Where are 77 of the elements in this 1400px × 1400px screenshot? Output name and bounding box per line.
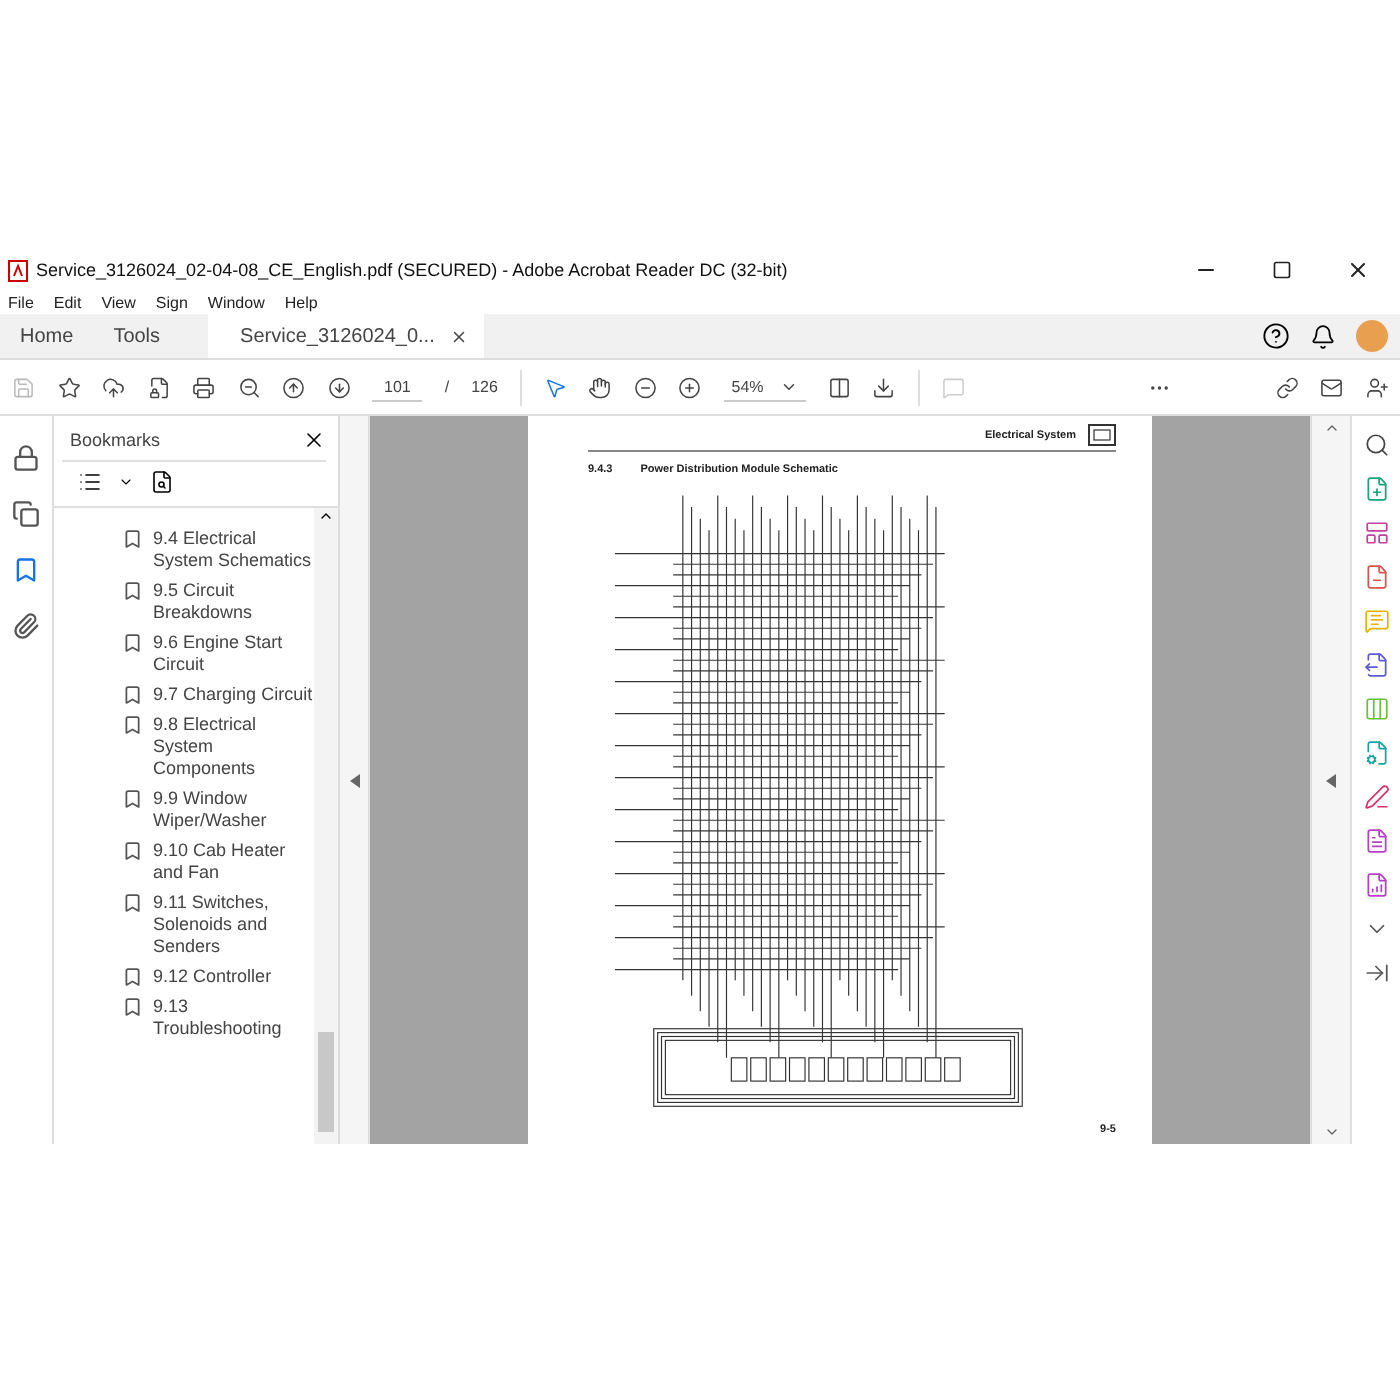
- minus-icon[interactable]: [633, 373, 657, 401]
- zoom-dropdown[interactable]: 54%: [723, 373, 806, 401]
- print-icon[interactable]: [192, 373, 215, 401]
- link-icon[interactable]: [1275, 373, 1299, 401]
- bookmark-item[interactable]: 9.11 Switches, Solenoids and Senders: [153, 892, 314, 958]
- file-lock-icon[interactable]: [147, 373, 170, 401]
- collapse-arrow-icon[interactable]: [349, 773, 359, 787]
- close-tab-icon[interactable]: [450, 327, 469, 345]
- bookmark-icon: [122, 996, 144, 1018]
- bookmark-icon: [122, 788, 144, 810]
- bookmark-search-icon[interactable]: [150, 470, 174, 494]
- bookmark-item[interactable]: 9.13 Troubleshooting: [153, 996, 314, 1040]
- menu-item[interactable]: Edit: [53, 293, 82, 311]
- bookmark-icon: [122, 632, 144, 654]
- tab[interactable]: Home: [0, 314, 94, 358]
- file-export-icon[interactable]: [1363, 652, 1389, 678]
- page-fit-icon[interactable]: [827, 373, 851, 401]
- file-minus-icon[interactable]: [1363, 564, 1389, 590]
- scrollbar-thumb[interactable]: [318, 1032, 334, 1132]
- bookmark-icon: [122, 840, 144, 862]
- bell-icon[interactable]: [1310, 323, 1336, 349]
- bookmark-item[interactable]: 9.9 Window Wiper/Washer: [153, 788, 314, 832]
- menu-item[interactable]: Window: [207, 293, 265, 311]
- tab[interactable]: Service_3126024_0...: [208, 314, 485, 358]
- bookmark-icon: [122, 714, 144, 736]
- star-icon[interactable]: [57, 373, 80, 401]
- bookmark-item[interactable]: 9.10 Cab Heater and Fan: [153, 840, 314, 884]
- bookmark-item[interactable]: 9.4 Electrical System Schematics: [153, 528, 314, 572]
- layout-icon[interactable]: [1363, 520, 1389, 546]
- bookmark-icon: [122, 528, 144, 550]
- lock-icon[interactable]: [12, 444, 40, 472]
- zoom-icon[interactable]: [1363, 432, 1389, 458]
- download-icon[interactable]: [872, 373, 896, 401]
- panel-title: Bookmarks: [70, 430, 161, 450]
- window-title: Service_3126024_02-04-08_CE_English.pdf (SECURED) - Adobe Acrobat Reader DC (32-bit): [36, 260, 790, 280]
- pdf-icon: [8, 259, 28, 281]
- plus-icon[interactable]: [678, 373, 702, 401]
- zoom-out-icon[interactable]: [237, 373, 260, 401]
- caret-icon[interactable]: [118, 474, 134, 490]
- menu-item[interactable]: File: [8, 293, 34, 311]
- bookmark-icon: [122, 966, 144, 988]
- tab[interactable]: Tools: [93, 314, 181, 358]
- page-separator: /: [444, 378, 450, 396]
- bookmark-item[interactable]: 9.8 Electrical System Components: [153, 714, 314, 780]
- close-icon[interactable]: [302, 428, 326, 452]
- page-number-field[interactable]: 101: [372, 373, 423, 401]
- bookmark-item[interactable]: 9.12 Controller: [153, 966, 314, 988]
- bookmark-icon: [122, 684, 144, 706]
- pen-icon[interactable]: [1363, 784, 1389, 810]
- maximize-icon[interactable]: [1272, 260, 1292, 280]
- cloud-upload-icon[interactable]: [102, 373, 125, 401]
- expand-arrow-icon[interactable]: [1326, 773, 1336, 787]
- scroll-up-icon[interactable]: [318, 508, 334, 524]
- scroll-down-icon[interactable]: [1323, 1124, 1339, 1140]
- hand-icon[interactable]: [588, 373, 612, 401]
- arrow-up-icon[interactable]: [282, 373, 305, 401]
- collapse-icon[interactable]: [1363, 960, 1389, 986]
- bookmark-icon: [122, 580, 144, 602]
- menu-item[interactable]: Help: [284, 293, 318, 311]
- file-plus-icon[interactable]: [1363, 476, 1389, 502]
- pages-icon[interactable]: [12, 500, 40, 528]
- menu-item[interactable]: Sign: [155, 293, 188, 311]
- help-icon[interactable]: [1262, 322, 1290, 350]
- chart-file-icon[interactable]: [1363, 872, 1389, 898]
- document-icon[interactable]: [1363, 828, 1389, 854]
- attachments-icon[interactable]: [12, 612, 40, 640]
- bookmarks-icon[interactable]: [12, 556, 40, 584]
- page-total: 126: [471, 378, 498, 396]
- bookmark-item[interactable]: 9.5 Circuit Breakdowns: [153, 580, 314, 624]
- close-icon[interactable]: [1346, 258, 1370, 282]
- bookmark-item[interactable]: 9.7 Charging Circuit: [153, 684, 314, 706]
- bookmark-item[interactable]: 9.6 Engine Start Circuit: [153, 632, 314, 676]
- file-gear-icon[interactable]: [1363, 740, 1389, 766]
- bookmark-icon: [122, 892, 144, 914]
- arrow-down-icon[interactable]: [327, 373, 350, 401]
- user-plus-icon[interactable]: [1365, 373, 1389, 401]
- menu-item[interactable]: View: [101, 293, 136, 311]
